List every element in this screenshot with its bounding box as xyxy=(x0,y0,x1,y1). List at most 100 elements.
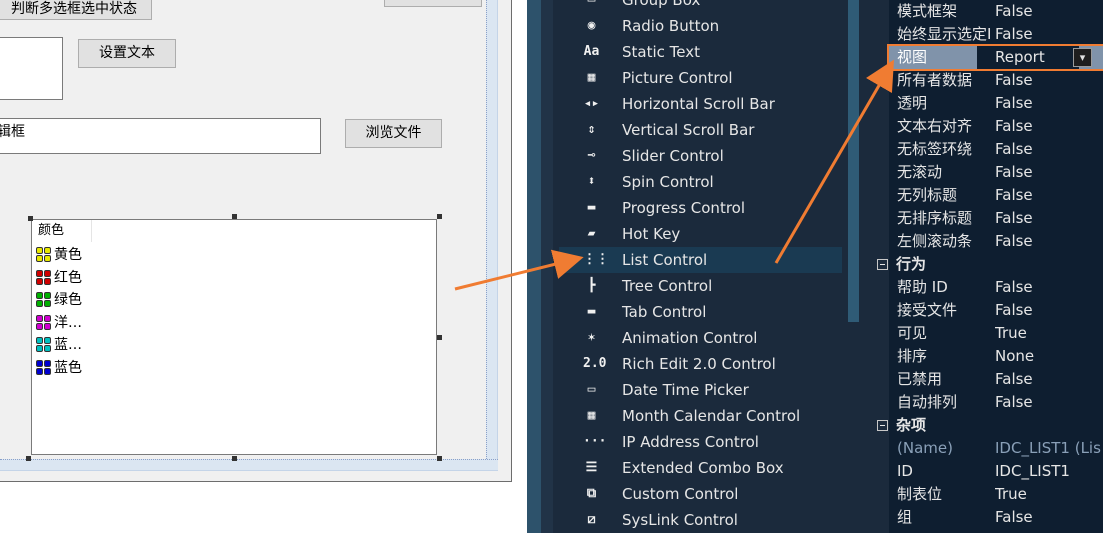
property-row[interactable]: 已禁用 False xyxy=(889,368,1103,391)
file-path-edit[interactable]: 辑框 xyxy=(0,118,321,154)
selection-handle[interactable] xyxy=(232,456,237,461)
toolbox-item-month-calendar[interactable]: ▦ Month Calendar Control xyxy=(559,403,842,429)
property-value[interactable]: False xyxy=(995,0,1103,23)
property-row[interactable]: 透明 False xyxy=(889,92,1103,115)
toolbox-item-ip-address[interactable]: ··· IP Address Control xyxy=(559,429,842,455)
dialog-resize-frame-bottom[interactable] xyxy=(0,459,498,471)
property-value[interactable]: True xyxy=(995,322,1103,345)
property-value[interactable]: Report xyxy=(977,46,1079,69)
toolbox-item-list-control[interactable]: ⋮⋮ List Control xyxy=(559,247,842,273)
list-item[interactable]: 黄色 xyxy=(36,244,82,266)
property-category-misc[interactable]: 杂项 xyxy=(877,414,1103,437)
property-row[interactable]: ID IDC_LIST1 xyxy=(889,460,1103,483)
property-value[interactable]: False xyxy=(995,299,1103,322)
toolbox-item-radio-button[interactable]: ◉ Radio Button xyxy=(559,13,842,39)
property-row[interactable]: 可见 True xyxy=(889,322,1103,345)
property-category-behavior[interactable]: 行为 xyxy=(877,253,1103,276)
property-value[interactable]: False xyxy=(995,115,1103,138)
property-value[interactable]: False xyxy=(995,138,1103,161)
horizontal-scroll-bar-icon: ◂▸ xyxy=(583,96,600,111)
text-edit-box[interactable] xyxy=(0,37,63,100)
toolbox-item-hot-key[interactable]: ▰ Hot Key xyxy=(559,221,842,247)
toolbox-item-group-box[interactable]: ▭ Group Box xyxy=(559,0,842,13)
property-row[interactable]: 制表位 True xyxy=(889,483,1103,506)
toolbox-item-horizontal-scroll-bar[interactable]: ◂▸ Horizontal Scroll Bar xyxy=(559,91,842,117)
property-row[interactable]: 文本右对齐 False xyxy=(889,115,1103,138)
check-selection-button[interactable]: 判断多选框选中状态 xyxy=(0,0,152,20)
property-row[interactable]: 无滚动 False xyxy=(889,161,1103,184)
property-row[interactable]: 视图 Report xyxy=(887,44,1103,71)
property-value[interactable]: False xyxy=(995,92,1103,115)
property-row[interactable]: 无标签环绕 False xyxy=(889,138,1103,161)
property-row[interactable]: (Name) IDC_LIST1 (Lis xyxy=(889,437,1103,460)
browse-file-button[interactable]: 浏览文件 xyxy=(345,119,442,148)
list-item[interactable]: 绿色 xyxy=(36,289,82,311)
property-row[interactable]: 组 False xyxy=(889,506,1103,529)
toolbox-item-slider-control[interactable]: ⊸ Slider Control xyxy=(559,143,842,169)
selection-handle[interactable] xyxy=(437,335,442,340)
property-value[interactable]: False xyxy=(995,276,1103,299)
property-value[interactable]: IDC_LIST1 xyxy=(995,460,1103,483)
property-name: 透明 xyxy=(897,94,928,112)
view-dropdown-chevron-icon[interactable]: ▾ xyxy=(1073,48,1092,67)
list-item[interactable]: 蓝色 xyxy=(36,357,82,379)
property-value[interactable]: True xyxy=(995,483,1103,506)
toolbox-item-progress-control[interactable]: ▬ Progress Control xyxy=(559,195,842,221)
toolbox-item-custom-control[interactable]: ⧉ Custom Control xyxy=(559,481,842,507)
property-value[interactable]: False xyxy=(995,161,1103,184)
toolbox-item-spin-control[interactable]: ⬍ Spin Control xyxy=(559,169,842,195)
selection-handle[interactable] xyxy=(437,456,442,461)
selection-handle[interactable] xyxy=(26,456,31,461)
toolbox-item-extended-combo-box[interactable]: ☰ Extended Combo Box xyxy=(559,455,842,481)
property-row[interactable]: 无排序标题 False xyxy=(889,207,1103,230)
toolbox-item-syslink-control[interactable]: ⧄ SysLink Control xyxy=(559,507,842,533)
property-value[interactable]: False xyxy=(995,391,1103,414)
toolbox-item-animation-control[interactable]: ✶ Animation Control xyxy=(559,325,842,351)
property-row[interactable]: 无列标题 False xyxy=(889,184,1103,207)
color-swatch-icon xyxy=(36,292,51,307)
property-row[interactable]: 排序 None xyxy=(889,345,1103,368)
property-value[interactable]: False xyxy=(995,184,1103,207)
selection-handle[interactable] xyxy=(437,214,442,219)
toolbox-item-rich-edit[interactable]: 2.0 Rich Edit 2.0 Control xyxy=(559,351,842,377)
property-name: 组 xyxy=(897,508,913,526)
toolbox-item-static-text[interactable]: Aa Static Text xyxy=(559,39,842,65)
toolbox-item-date-time-picker[interactable]: ▭ Date Time Picker xyxy=(559,377,842,403)
property-value[interactable]: False xyxy=(995,230,1103,253)
property-value[interactable]: IDC_LIST1 (Lis xyxy=(995,437,1103,460)
toolbox-item-tab-control[interactable]: ▬ Tab Control xyxy=(559,299,842,325)
list-column-header[interactable]: 颜色 xyxy=(32,220,92,242)
collapse-minus-icon[interactable] xyxy=(877,259,888,270)
property-row[interactable]: 帮助 ID False xyxy=(889,276,1103,299)
toolbox-item-label: IP Address Control xyxy=(622,433,759,451)
property-row[interactable]: 模式框架 False xyxy=(889,0,1103,23)
property-row[interactable]: 所有者数据 False xyxy=(889,69,1103,92)
set-text-button[interactable]: 设置文本 xyxy=(78,39,176,68)
selection-handle[interactable] xyxy=(28,216,33,221)
property-row[interactable]: 自动排列 False xyxy=(889,391,1103,414)
color-swatch-icon xyxy=(36,247,51,262)
top-right-button[interactable] xyxy=(384,0,482,7)
toolbox-item-picture-control[interactable]: ▦ Picture Control xyxy=(559,65,842,91)
property-value[interactable]: None xyxy=(995,345,1103,368)
list-item[interactable]: 红色 xyxy=(36,267,82,289)
selection-handle[interactable] xyxy=(232,214,237,219)
property-value[interactable]: False xyxy=(995,23,1103,46)
list-item-label: 黄色 xyxy=(54,247,82,263)
syslink-control-icon: ⧄ xyxy=(587,512,596,527)
dialog-resize-frame-right[interactable] xyxy=(486,0,498,471)
collapse-minus-icon[interactable] xyxy=(877,420,888,431)
list-control-preview[interactable]: 颜色 黄色红色 绿色 洋… 蓝… 蓝色 xyxy=(31,219,437,455)
property-value[interactable]: False xyxy=(995,207,1103,230)
property-row[interactable]: 始终显示选定I False xyxy=(889,23,1103,46)
toolbox-item-tree-control[interactable]: ┣ Tree Control xyxy=(559,273,842,299)
property-value[interactable]: False xyxy=(995,69,1103,92)
property-row[interactable]: 左侧滚动条 False xyxy=(889,230,1103,253)
list-item[interactable]: 蓝… xyxy=(36,334,82,356)
list-item[interactable]: 洋… xyxy=(36,312,82,334)
toolbox-item-vertical-scroll-bar[interactable]: ⇕ Vertical Scroll Bar xyxy=(559,117,842,143)
property-value[interactable]: False xyxy=(995,368,1103,391)
property-value[interactable]: False xyxy=(995,506,1103,529)
toolbox-scrollbar[interactable] xyxy=(848,0,859,322)
property-row[interactable]: 接受文件 False xyxy=(889,299,1103,322)
